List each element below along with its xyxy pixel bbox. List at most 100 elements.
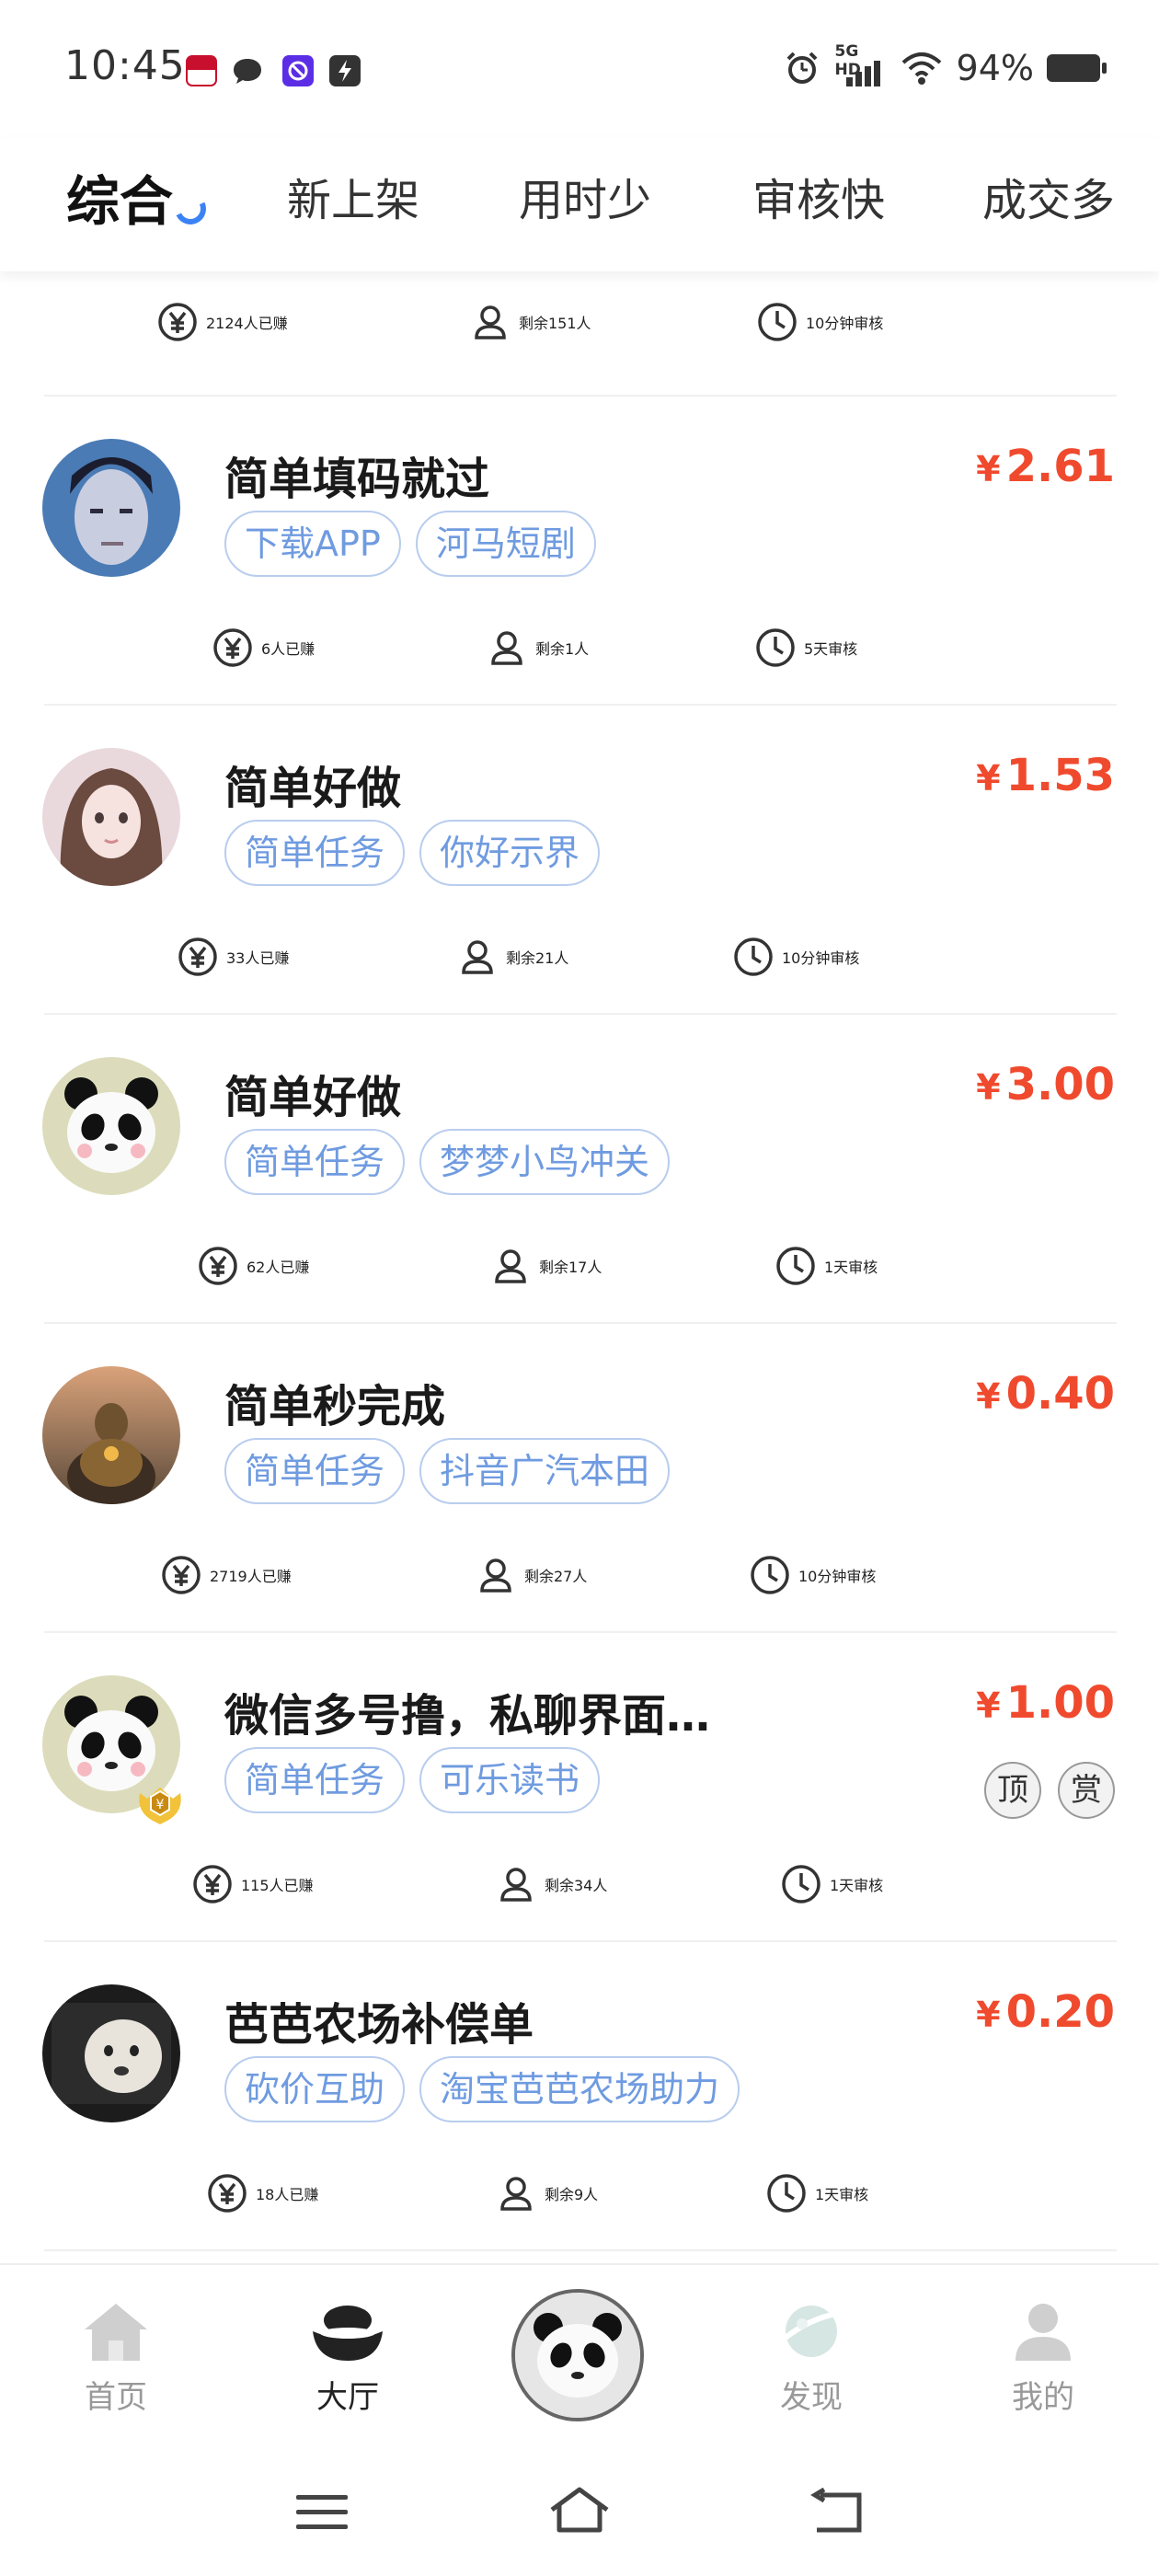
price-value: 2.61: [1005, 441, 1115, 492]
review-stat: 10分钟审核: [732, 936, 859, 978]
tag: 下载APP: [224, 511, 401, 577]
task-price: ¥2.61: [976, 441, 1115, 492]
earned-text: 62人已赚: [247, 1259, 310, 1276]
tag: 简单任务: [224, 1747, 406, 1813]
tag: 简单任务: [224, 1129, 406, 1195]
nav-discover[interactable]: 发现: [747, 2300, 876, 2417]
nav-label: 我的: [1012, 2379, 1074, 2416]
avatar: [42, 1366, 180, 1504]
tag: 简单任务: [224, 820, 406, 886]
person-icon: [495, 1249, 526, 1283]
person-icon: [491, 631, 522, 665]
currency-symbol: ¥: [976, 449, 1001, 489]
earned-text: 115人已赚: [241, 1877, 314, 1894]
person-icon: [462, 940, 493, 974]
earned-text: 2719人已赚: [210, 1568, 292, 1585]
earned-stat: 6人已赚: [212, 627, 315, 669]
status-time: 10:45: [64, 42, 186, 89]
remaining-text: 剩余17人: [539, 1259, 602, 1276]
kfc-app-icon: [186, 55, 217, 86]
alarm-icon: [786, 52, 817, 84]
price-value: 0.40: [1005, 1368, 1115, 1420]
tab-comprehensive[interactable]: 综合: [66, 158, 173, 236]
loading-arc-icon: [170, 189, 211, 229]
avatar: [42, 439, 180, 577]
task-title: 简单秒完成: [224, 1381, 446, 1432]
review-text: 5天审核: [804, 640, 858, 658]
tab-new[interactable]: 新上架: [287, 164, 419, 228]
earned-text: 2124人已赚: [206, 315, 288, 332]
planet-icon: [780, 2306, 843, 2357]
svg-text:¥: ¥: [156, 1798, 165, 1812]
status-bar: 10:45 5G HD 94%: [0, 0, 1159, 138]
earned-stat: 2124人已赚: [156, 301, 288, 343]
divider: [44, 2249, 1117, 2251]
remaining-text: 剩余21人: [506, 949, 569, 967]
wifi-icon: [901, 52, 941, 85]
nav-label: 发现: [780, 2379, 843, 2416]
filter-tabs: 综合 新上架 用时少 审核快 成交多: [0, 138, 1159, 271]
tab-most-deals[interactable]: 成交多: [982, 164, 1115, 228]
review-text: 10分钟审核: [782, 949, 860, 967]
clock-icon: [782, 1865, 820, 1903]
signal-icon: 5G HD: [833, 42, 887, 88]
person-icon: [475, 305, 506, 339]
task-title: 简单好做: [224, 1072, 402, 1123]
yuan-coin-icon: [178, 937, 217, 976]
nav-mine[interactable]: 我的: [979, 2300, 1107, 2417]
vip-medal-icon: ¥: [139, 1788, 181, 1824]
menu-icon[interactable]: [294, 2490, 350, 2534]
task-tags: 简单任务 你好示界: [224, 820, 601, 886]
home-icon: [85, 2304, 147, 2361]
task-title: 微信多号撸，私聊界面…: [224, 1690, 711, 1742]
person-icon: [500, 2177, 532, 2211]
review-stat: 1天审核: [780, 1863, 883, 1905]
tag: 淘宝芭芭农场助力: [419, 2056, 740, 2122]
clock-icon: [756, 628, 795, 667]
task-price: ¥1.00: [976, 1677, 1115, 1729]
task-item[interactable]: 简单好做 ¥1.53 简单任务 你好示界 33人已赚 剩余21人 10分钟审核: [0, 706, 1159, 1015]
tab-fast-review[interactable]: 审核快: [752, 164, 885, 228]
remaining-stat: 剩余9人: [495, 2172, 598, 2214]
task-item[interactable]: ¥ 微信多号撸，私聊界面… ¥1.00 简单任务 可乐读书 顶 赏 115人已赚…: [0, 1633, 1159, 1942]
clock-icon: [758, 303, 797, 341]
partial-list-item[interactable]: 2124人已赚 剩余151人 10分钟审核: [0, 271, 1159, 396]
status-right: 5G HD 94%: [784, 42, 1107, 88]
currency-symbol: ¥: [976, 1376, 1001, 1417]
review-stat: 1天审核: [775, 1245, 878, 1287]
home-nav-icon[interactable]: [546, 2484, 613, 2536]
task-item[interactable]: 简单好做 ¥3.00 简单任务 梦梦小鸟冲关 62人已赚 剩余17人 1天审核: [0, 1015, 1159, 1324]
person-icon: [480, 1558, 511, 1593]
nav-hall[interactable]: 大厅: [283, 2300, 412, 2417]
task-tags: 简单任务 可乐读书: [224, 1747, 601, 1813]
price-value: 1.00: [1005, 1677, 1115, 1729]
currency-symbol: ¥: [976, 1685, 1001, 1726]
remaining-stat: 剩余27人: [475, 1554, 587, 1596]
center-panda-button[interactable]: [511, 2289, 644, 2421]
system-navigation: [0, 2447, 1159, 2576]
nav-home[interactable]: 首页: [52, 2300, 180, 2417]
tab-less-time[interactable]: 用时少: [519, 164, 651, 228]
currency-symbol: ¥: [976, 758, 1001, 799]
price-value: 0.20: [1005, 1986, 1115, 2038]
back-icon[interactable]: [808, 2488, 866, 2536]
earned-stat: 115人已赚: [191, 1863, 314, 1905]
review-text: 10分钟审核: [806, 315, 884, 332]
task-item[interactable]: 简单秒完成 ¥0.40 简单任务 抖音广汽本田 2719人已赚 剩余27人 10…: [0, 1324, 1159, 1633]
yuan-coin-icon: [158, 303, 197, 341]
review-stat: 10分钟审核: [756, 301, 883, 343]
top-badge: 顶: [984, 1762, 1041, 1819]
tag: 抖音广汽本田: [419, 1438, 671, 1504]
earned-stat: 33人已赚: [177, 936, 289, 978]
remaining-stat: 剩余17人: [489, 1245, 602, 1287]
tag: 砍价互助: [224, 2056, 406, 2122]
task-title: 简单填码就过: [224, 454, 490, 505]
task-item[interactable]: 简单填码就过 ¥2.61 下载APP 河马短剧 6人已赚 剩余1人 5天审核: [0, 397, 1159, 706]
price-value: 1.53: [1005, 750, 1115, 801]
task-price: ¥1.53: [976, 750, 1115, 801]
review-text: 1天审核: [824, 1259, 878, 1276]
review-text: 1天审核: [830, 1877, 884, 1894]
task-item[interactable]: 芭芭农场补偿单 ¥0.20 砍价互助 淘宝芭芭农场助力 18人已赚 剩余9人 1…: [0, 1942, 1159, 2251]
remaining-stat: 剩余34人: [495, 1863, 607, 1905]
clock-icon: [767, 2174, 806, 2213]
